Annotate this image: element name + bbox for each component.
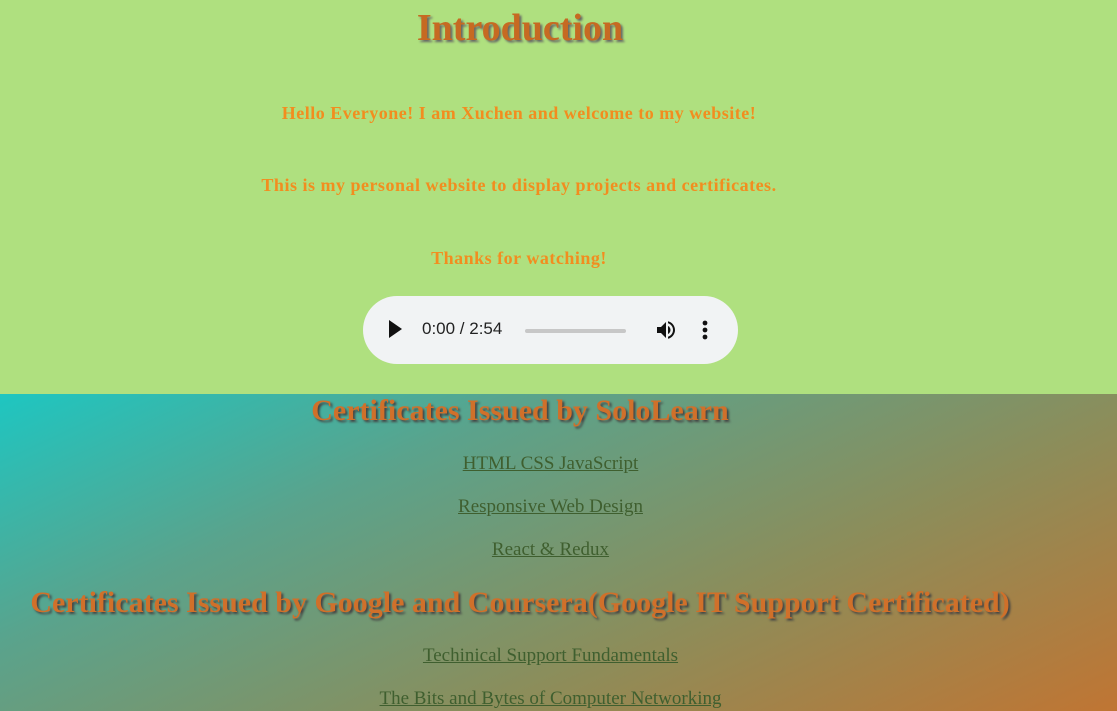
- audio-time: 0:00 / 2:54: [422, 319, 503, 338]
- cert-link-computer-networking[interactable]: The Bits and Bytes of Computer Networkin…: [0, 688, 1101, 710]
- intro-line-thanks: Thanks for watching!: [431, 248, 607, 268]
- audio-progress-bar[interactable]: [525, 329, 626, 333]
- cert-link-react-redux[interactable]: React & Redux: [0, 539, 1101, 561]
- volume-icon[interactable]: [654, 318, 678, 342]
- google-heading: Certificates Issued by Google and Course…: [30, 586, 1010, 619]
- cert-link-responsive-web-design[interactable]: Responsive Web Design: [0, 496, 1101, 518]
- cert-link-html-css-js[interactable]: HTML CSS JavaScript: [0, 453, 1101, 475]
- intro-title: Introduction: [416, 7, 624, 49]
- play-icon[interactable]: [389, 320, 402, 338]
- more-options-icon[interactable]: [697, 318, 713, 342]
- intro-line-greeting: Hello Everyone! I am Xuchen and welcome …: [281, 103, 757, 123]
- certificates-section: Certificates Issued by SoloLearn HTML CS…: [0, 394, 1117, 711]
- intro-line-purpose: This is my personal website to display p…: [261, 175, 777, 195]
- intro-section: Introduction Hello Everyone! I am Xuchen…: [0, 0, 1117, 394]
- audio-player[interactable]: 0:00 / 2:54: [363, 296, 738, 364]
- sololearn-heading: Certificates Issued by SoloLearn: [311, 394, 729, 427]
- cert-link-technical-support[interactable]: Techinical Support Fundamentals: [0, 645, 1101, 667]
